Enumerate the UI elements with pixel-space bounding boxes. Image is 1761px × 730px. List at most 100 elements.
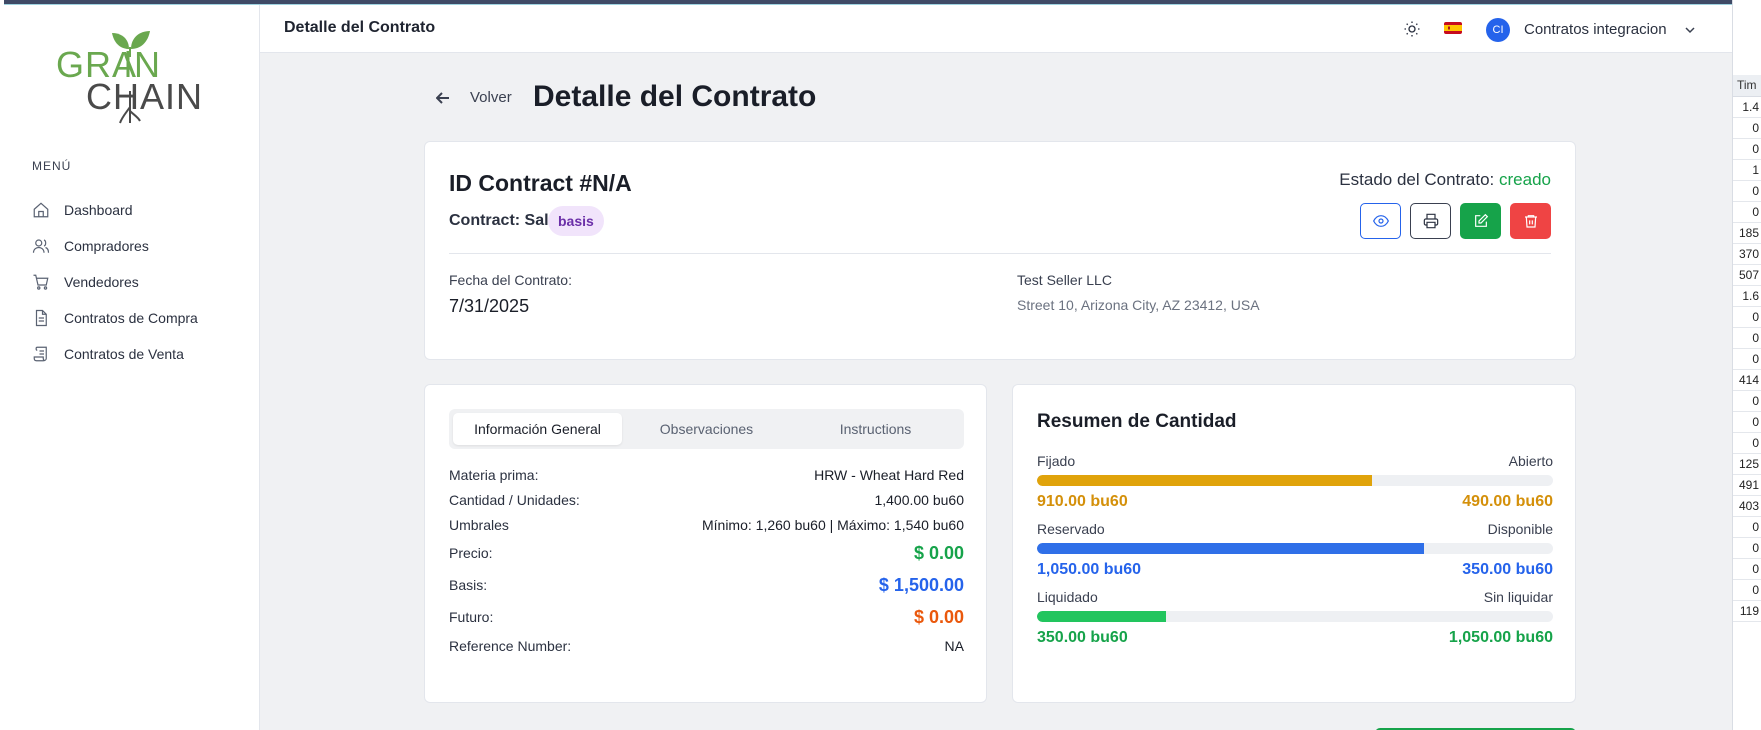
sidebar-item-label: Contratos de Compra	[64, 310, 198, 326]
app-window: GRA N CHAIN MENÚ Dashboard Compradores V…	[4, 4, 1732, 730]
cart-icon	[33, 274, 49, 290]
document-icon	[35, 309, 47, 327]
edit-icon	[1474, 213, 1488, 227]
printer-icon	[1423, 213, 1438, 229]
background-cell: 403	[1733, 496, 1761, 517]
progress-fill	[1037, 543, 1424, 554]
info-label: Umbrales	[449, 516, 509, 533]
svg-text:CHAIN: CHAIN	[86, 76, 203, 117]
summary-block-liquidado: Liquidado Sin liquidar 350.00 bu60 1,050.0…	[1037, 589, 1553, 647]
eye-icon	[1372, 215, 1389, 227]
info-label: Futuro:	[449, 609, 494, 625]
contract-badge: basis	[548, 206, 604, 236]
info-label: Materia prima:	[449, 466, 539, 483]
info-row-umbrales: Umbrales Mínimo: 1,260 bu60 | Máximo: 1,…	[449, 512, 964, 537]
info-value: NA	[944, 638, 964, 654]
info-value: HRW - Wheat Hard Red	[814, 466, 964, 483]
sidebar-item-vendedores[interactable]: Vendedores	[32, 264, 198, 300]
contract-date-label: Fecha del Contrato:	[449, 272, 572, 288]
info-value: 1,400.00 bu60	[874, 491, 964, 508]
info-row-cantidad: Cantidad / Unidades: 1,400.00 bu60	[449, 487, 964, 512]
background-cell: 0	[1733, 139, 1761, 160]
summary-left-label: Reservado	[1037, 521, 1105, 537]
contract-header-card: ID Contract #N/A Contract: Sale basis Es…	[424, 141, 1576, 360]
background-cell: 185	[1733, 223, 1761, 244]
background-cell: 0	[1733, 118, 1761, 139]
background-cell: 507	[1733, 265, 1761, 286]
background-cell: 0	[1733, 559, 1761, 580]
chevron-down-icon[interactable]	[1684, 24, 1696, 36]
summary-right-value: 1,050.00 bu60	[1448, 629, 1553, 646]
summary-left-label: Liquidado	[1037, 589, 1098, 605]
progress-bar	[1037, 475, 1553, 486]
info-value: Mínimo: 1,260 bu60 | Máximo: 1,540 bu60	[701, 516, 964, 533]
tab-observaciones[interactable]: Observaciones	[622, 413, 791, 445]
summary-left-value: 350.00 bu60	[1037, 629, 1128, 646]
summary-left-value: 1,050.00 bu60	[1037, 561, 1142, 578]
sidebar-item-dashboard[interactable]: Dashboard	[32, 192, 198, 228]
edit-button[interactable]	[1460, 203, 1501, 239]
background-cell: 370	[1733, 244, 1761, 265]
background-cell: 414	[1733, 370, 1761, 391]
background-spreadsheet: Tim 1.4 0 0 1 0 0 185 370 507 1.6 0 0 0 414 0 0 0 125 491 4…	[1732, 0, 1761, 730]
spain-flag-icon[interactable]	[1444, 22, 1462, 34]
sidebar-nav: Dashboard Compradores Vendedores Contrat…	[32, 192, 198, 372]
grain-chain-logo[interactable]: GRA N CHAIN	[56, 27, 216, 131]
scroll-icon	[33, 346, 47, 362]
info-row-futuro: Futuro: $ 0.00	[449, 601, 964, 633]
delete-button[interactable]	[1510, 203, 1551, 239]
summary-right-value: 490.00 bu60	[1462, 493, 1553, 510]
info-row-precio: Precio: $ 0.00	[449, 537, 964, 569]
avatar[interactable]: CI	[1486, 18, 1510, 42]
back-button[interactable]: Volver	[436, 89, 512, 106]
background-cell: 0	[1733, 412, 1761, 433]
info-label: Cantidad / Unidades:	[449, 491, 580, 508]
progress-bar	[1037, 611, 1553, 622]
background-cell: 119	[1733, 601, 1761, 622]
divider	[449, 253, 1551, 254]
users-icon	[32, 239, 50, 253]
background-cell: 125	[1733, 454, 1761, 475]
summary-right-label: Abierto	[1508, 453, 1553, 469]
view-button[interactable]	[1360, 203, 1401, 239]
background-cell: 1	[1733, 160, 1761, 181]
tab-instructions[interactable]: Instructions	[791, 413, 960, 445]
summary-right-value: 350.00 bu60	[1462, 561, 1553, 578]
info-label: Basis:	[449, 577, 488, 593]
page-title: Detalle del Contrato	[533, 80, 817, 113]
background-cell: 1.4	[1733, 97, 1761, 118]
info-tabs: Información General Observaciones Instru…	[449, 409, 964, 449]
sidebar-item-label: Compradores	[64, 238, 149, 254]
info-label: Reference Number:	[449, 638, 572, 654]
sidebar-item-contratos-venta[interactable]: Contratos de Venta	[32, 336, 198, 372]
contract-status: Estado del Contrato: creado	[1339, 170, 1551, 190]
info-row-materia: Materia prima: HRW - Wheat Hard Red	[449, 462, 964, 487]
summary-left-value: 910.00 bu60	[1037, 493, 1128, 510]
summary-title: Resumen de Cantidad	[1037, 411, 1237, 432]
contract-id: ID Contract #N/A	[449, 170, 632, 196]
info-row-basis: Basis: $ 1,500.00	[449, 569, 964, 601]
sidebar-item-label: Vendedores	[64, 274, 139, 290]
progress-bar	[1037, 543, 1553, 554]
contract-type: Contract: Sale	[449, 212, 558, 229]
home-icon	[33, 202, 49, 218]
sidebar-item-compradores[interactable]: Compradores	[32, 228, 198, 264]
menu-title: MENÚ	[32, 159, 72, 173]
contract-actions	[1360, 203, 1551, 239]
info-list: Materia prima: HRW - Wheat Hard Red Cant…	[449, 462, 964, 659]
contract-date-value: 7/31/2025	[449, 296, 530, 316]
sidebar-item-contratos-compra[interactable]: Contratos de Compra	[32, 300, 198, 336]
progress-fill	[1037, 611, 1166, 622]
trash-icon	[1524, 215, 1537, 228]
arrow-left-icon	[436, 91, 449, 104]
info-label: Precio:	[449, 545, 493, 561]
tab-informacion-general[interactable]: Información General	[453, 413, 622, 445]
info-value-basis: $ 1,500.00	[878, 574, 964, 595]
info-value-precio: $ 0.00	[913, 542, 964, 563]
user-name[interactable]: Contratos integracion	[1524, 21, 1667, 38]
background-cell: 0	[1733, 538, 1761, 559]
topbar-title: Detalle del Contrato	[284, 19, 436, 36]
background-cell: 491	[1733, 475, 1761, 496]
print-button[interactable]	[1410, 203, 1451, 239]
theme-toggle-sun-icon[interactable]	[1403, 20, 1421, 38]
